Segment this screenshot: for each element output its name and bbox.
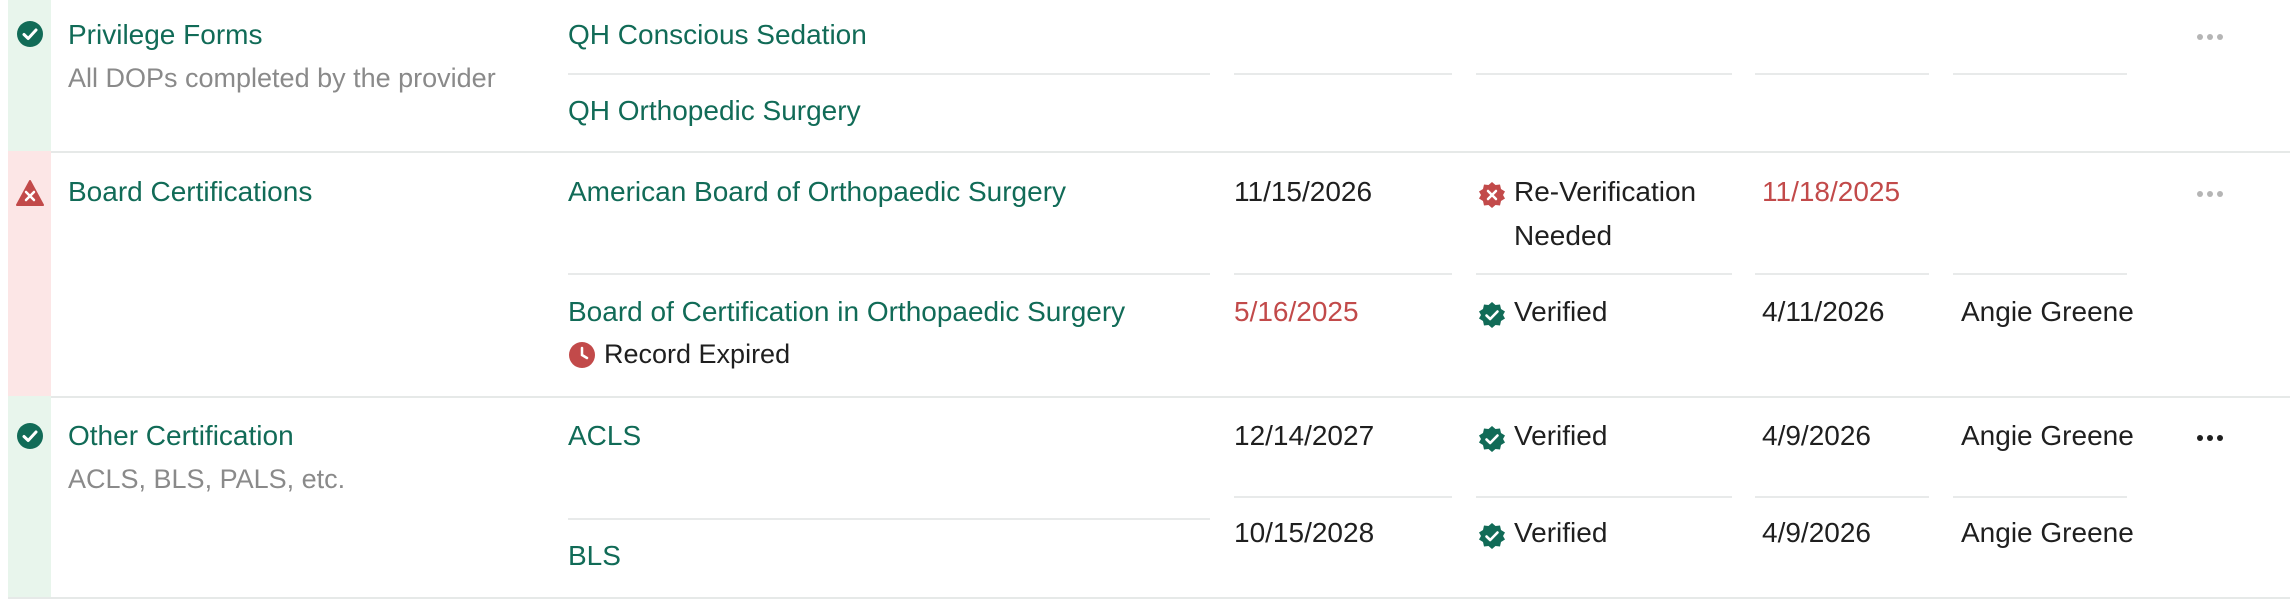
verification-status: Verified [1478, 517, 1607, 555]
row-divider [568, 73, 1210, 75]
row-divider [1234, 496, 1452, 498]
record-name-link[interactable]: QH Orthopedic Surgery [568, 95, 861, 127]
record-name-link[interactable]: American Board of Orthopaedic Surgery [568, 176, 1066, 208]
group-other-certification: Other Certification ACLS, BLS, PALS, etc… [8, 396, 2290, 599]
record-name-link[interactable]: Board of Certification in Orthopaedic Su… [568, 296, 1125, 328]
group-subtitle: ACLS, BLS, PALS, etc. [68, 464, 346, 494]
record-name-link[interactable]: BLS [568, 540, 621, 572]
group-board-certifications: Board Certifications American Board of O… [8, 151, 2290, 398]
expiration-date: 12/14/2027 [1234, 420, 1375, 451]
verified-badge-icon [1479, 523, 1505, 549]
row-divider [1953, 273, 2127, 275]
check-circle-icon [17, 423, 43, 449]
verified-by: Angie Greene [1961, 296, 2134, 327]
row-divider [568, 518, 1210, 520]
expiration-date: 5/16/2025 [1234, 296, 1359, 327]
verified-badge-icon [1479, 302, 1505, 328]
verified-date: 4/9/2026 [1762, 420, 1871, 451]
record-flag: Record Expired [568, 339, 790, 370]
row-menu-button[interactable] [2190, 426, 2230, 450]
row-menu-button[interactable] [2190, 25, 2230, 49]
ellipsis-icon [2197, 191, 2223, 197]
x-warning-icon [16, 180, 44, 206]
status-text: Re-Verification [1514, 176, 1697, 207]
verification-status: Verified [1478, 420, 1607, 458]
row-divider [1476, 273, 1732, 275]
ellipsis-icon [2197, 435, 2223, 441]
expiration-date: 10/15/2028 [1234, 517, 1375, 548]
status-text: Verified [1514, 517, 1608, 548]
verified-by: Angie Greene [1961, 420, 2134, 451]
record-name-link[interactable]: QH Conscious Sedation [568, 19, 867, 51]
verification-status: Verified [1478, 296, 1607, 334]
row-divider [1476, 73, 1732, 75]
group-title[interactable]: Privilege Forms [68, 19, 262, 51]
row-divider [1755, 73, 1929, 75]
verified-date: 4/11/2026 [1762, 296, 1885, 327]
row-divider [568, 273, 1210, 275]
row-divider [1234, 273, 1452, 275]
expiration-date: 11/15/2026 [1234, 176, 1373, 207]
status-text: Verified [1514, 296, 1608, 327]
row-divider [1953, 496, 2127, 498]
row-divider [1755, 273, 1929, 275]
group-privilege-forms: Privilege Forms All DOPs completed by th… [8, 0, 2290, 153]
status-text: Verified [1514, 420, 1608, 451]
verified-badge-icon [1479, 426, 1505, 452]
ellipsis-icon [2197, 34, 2223, 40]
verified-by: Angie Greene [1961, 517, 2134, 548]
verified-date: 4/9/2026 [1762, 517, 1871, 548]
row-divider [1476, 496, 1732, 498]
row-divider [1234, 73, 1452, 75]
row-divider [1953, 73, 2127, 75]
x-badge-icon [1479, 182, 1505, 208]
group-subtitle: All DOPs completed by the provider [68, 63, 496, 93]
row-menu-button[interactable] [2190, 182, 2230, 206]
check-circle-icon [17, 21, 43, 47]
group-title[interactable]: Other Certification [68, 420, 294, 452]
status-text: Needed [1514, 220, 1613, 251]
group-title[interactable]: Board Certifications [68, 176, 312, 208]
verified-date: 11/18/2025 [1762, 176, 1901, 207]
row-divider [1755, 496, 1929, 498]
clock-icon [569, 341, 595, 368]
record-name-link[interactable]: ACLS [568, 420, 641, 452]
credential-records-table: Privilege Forms All DOPs completed by th… [0, 0, 2290, 610]
record-flag-text: Record Expired [604, 339, 791, 369]
verification-status: Re-Verification Needed [1478, 176, 1696, 258]
